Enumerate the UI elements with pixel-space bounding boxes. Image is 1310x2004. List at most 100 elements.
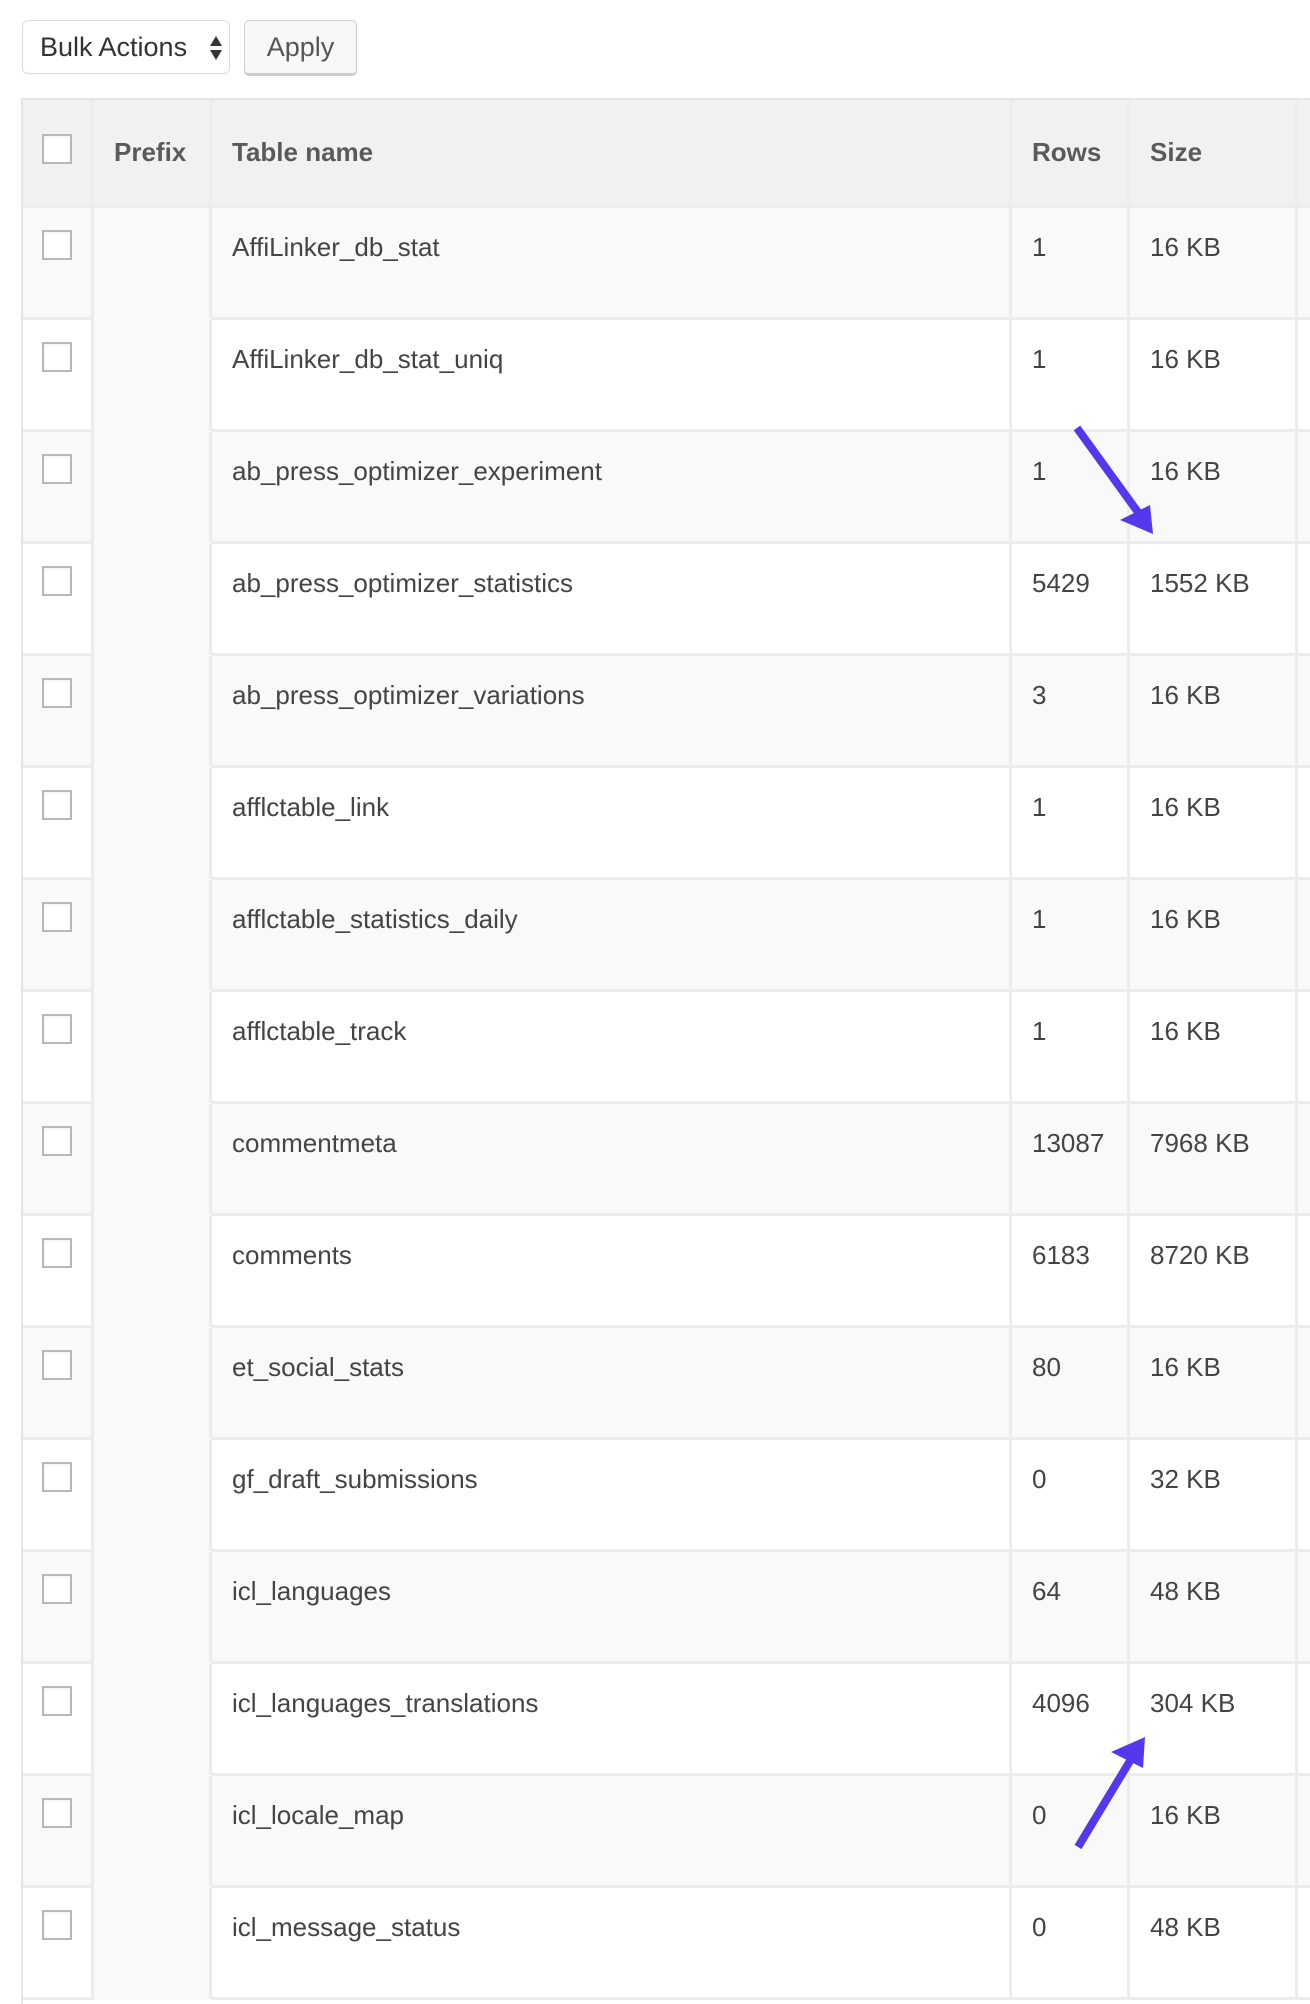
row-extra-cell (1298, 768, 1310, 880)
row-checkbox[interactable] (42, 1462, 72, 1492)
column-header-more (1298, 100, 1310, 208)
row-checkbox[interactable] (42, 1798, 72, 1828)
row-checkbox[interactable] (42, 1126, 72, 1156)
row-checkbox[interactable] (42, 566, 72, 596)
row-size: 304 KB (1130, 1664, 1298, 1776)
column-header-prefix[interactable]: Prefix (94, 100, 212, 208)
row-prefix (94, 1104, 212, 1216)
row-table-name: icl_languages_translations (212, 1664, 1012, 1776)
row-extra-cell (1298, 880, 1310, 992)
row-select-cell (23, 1216, 94, 1328)
row-select-cell (23, 768, 94, 880)
row-checkbox[interactable] (42, 230, 72, 260)
row-extra-cell (1298, 1888, 1310, 2000)
row-rows-count: 1 (1012, 880, 1130, 992)
row-rows-count: 1 (1012, 208, 1130, 320)
row-size: 1552 KB (1130, 544, 1298, 656)
row-rows-count: 1 (1012, 320, 1130, 432)
row-checkbox[interactable] (42, 1574, 72, 1604)
row-rows-count: 80 (1012, 1328, 1130, 1440)
row-checkbox[interactable] (42, 1014, 72, 1044)
row-rows-count: 3 (1012, 656, 1130, 768)
row-rows-count: 0 (1012, 1440, 1130, 1552)
row-checkbox[interactable] (42, 1350, 72, 1380)
select-all-cell (23, 100, 94, 208)
row-checkbox[interactable] (42, 454, 72, 484)
row-prefix (94, 880, 212, 992)
row-prefix (94, 1552, 212, 1664)
table-row[interactable]: gf_draft_submissions 0 32 KB (23, 1440, 1310, 1552)
apply-button[interactable]: Apply (244, 20, 357, 76)
row-prefix (94, 432, 212, 544)
row-checkbox[interactable] (42, 678, 72, 708)
table-row[interactable]: icl_languages_translations 4096 304 KB (23, 1664, 1310, 1776)
table-row[interactable]: ab_press_optimizer_statistics 5429 1552 KB (23, 544, 1310, 656)
column-header-table-name[interactable]: Table name (212, 100, 1012, 208)
row-size: 8720 KB (1130, 1216, 1298, 1328)
row-size: 7968 KB (1130, 1104, 1298, 1216)
row-checkbox[interactable] (42, 1238, 72, 1268)
row-prefix (94, 768, 212, 880)
row-rows-count: 5429 (1012, 544, 1130, 656)
table-row[interactable]: afflctable_link 1 16 KB (23, 768, 1310, 880)
table-row[interactable]: commentmeta 13087 7968 KB (23, 1104, 1310, 1216)
row-checkbox[interactable] (42, 1686, 72, 1716)
table-header-row: Prefix Table name Rows Size (23, 100, 1310, 208)
row-select-cell (23, 208, 94, 320)
database-tables-table: Prefix Table name Rows Size AffiLinker_d… (21, 98, 1310, 2004)
row-select-cell (23, 1664, 94, 1776)
table-row[interactable]: icl_languages 64 48 KB (23, 1552, 1310, 1664)
row-size: 16 KB (1130, 656, 1298, 768)
row-prefix (94, 320, 212, 432)
row-select-cell (23, 320, 94, 432)
row-size: 48 KB (1130, 1552, 1298, 1664)
row-table-name: icl_languages (212, 1552, 1012, 1664)
row-table-name: commentmeta (212, 1104, 1012, 1216)
bulk-actions-selected: Bulk Actions (40, 31, 188, 62)
table-row[interactable]: et_social_stats 80 16 KB (23, 1328, 1310, 1440)
row-select-cell (23, 880, 94, 992)
table-body: AffiLinker_db_stat 1 16 KB AffiLinker_db_st… (23, 208, 1310, 2000)
table-row[interactable]: afflctable_track 1 16 KB (23, 992, 1310, 1104)
select-arrows-icon (210, 36, 222, 60)
row-table-name: icl_message_status (212, 1888, 1012, 2000)
row-rows-count: 1 (1012, 768, 1130, 880)
row-checkbox[interactable] (42, 902, 72, 932)
row-rows-count: 1 (1012, 992, 1130, 1104)
row-checkbox[interactable] (42, 1910, 72, 1940)
row-size: 48 KB (1130, 1888, 1298, 2000)
table-row[interactable]: comments 6183 8720 KB (23, 1216, 1310, 1328)
bulk-actions-select[interactable]: Bulk Actions (22, 20, 230, 74)
row-table-name: ab_press_optimizer_statistics (212, 544, 1012, 656)
select-all-checkbox[interactable] (42, 134, 72, 164)
row-extra-cell (1298, 992, 1310, 1104)
row-table-name: comments (212, 1216, 1012, 1328)
table-row[interactable]: ab_press_optimizer_variations 3 16 KB (23, 656, 1310, 768)
table-row[interactable]: icl_message_status 0 48 KB (23, 1888, 1310, 2000)
row-extra-cell (1298, 656, 1310, 768)
table-row[interactable]: AffiLinker_db_stat 1 16 KB (23, 208, 1310, 320)
row-extra-cell (1298, 544, 1310, 656)
row-size: 16 KB (1130, 768, 1298, 880)
row-size: 16 KB (1130, 1328, 1298, 1440)
column-header-size[interactable]: Size (1130, 100, 1298, 208)
table-row[interactable]: afflctable_statistics_daily 1 16 KB (23, 880, 1310, 992)
row-rows-count: 0 (1012, 1776, 1130, 1888)
row-table-name: ab_press_optimizer_variations (212, 656, 1012, 768)
table-row[interactable]: icl_locale_map 0 16 KB (23, 1776, 1310, 1888)
row-extra-cell (1298, 320, 1310, 432)
table-row[interactable]: ab_press_optimizer_experiment 1 16 KB (23, 432, 1310, 544)
row-table-name: et_social_stats (212, 1328, 1012, 1440)
column-header-rows[interactable]: Rows (1012, 100, 1130, 208)
row-prefix (94, 208, 212, 320)
row-select-cell (23, 1440, 94, 1552)
table-row[interactable]: AffiLinker_db_stat_uniq 1 16 KB (23, 320, 1310, 432)
row-select-cell (23, 432, 94, 544)
row-checkbox[interactable] (42, 790, 72, 820)
row-rows-count: 13087 (1012, 1104, 1130, 1216)
row-checkbox[interactable] (42, 342, 72, 372)
row-prefix (94, 1440, 212, 1552)
row-extra-cell (1298, 208, 1310, 320)
row-select-cell (23, 1328, 94, 1440)
row-size: 32 KB (1130, 1440, 1298, 1552)
